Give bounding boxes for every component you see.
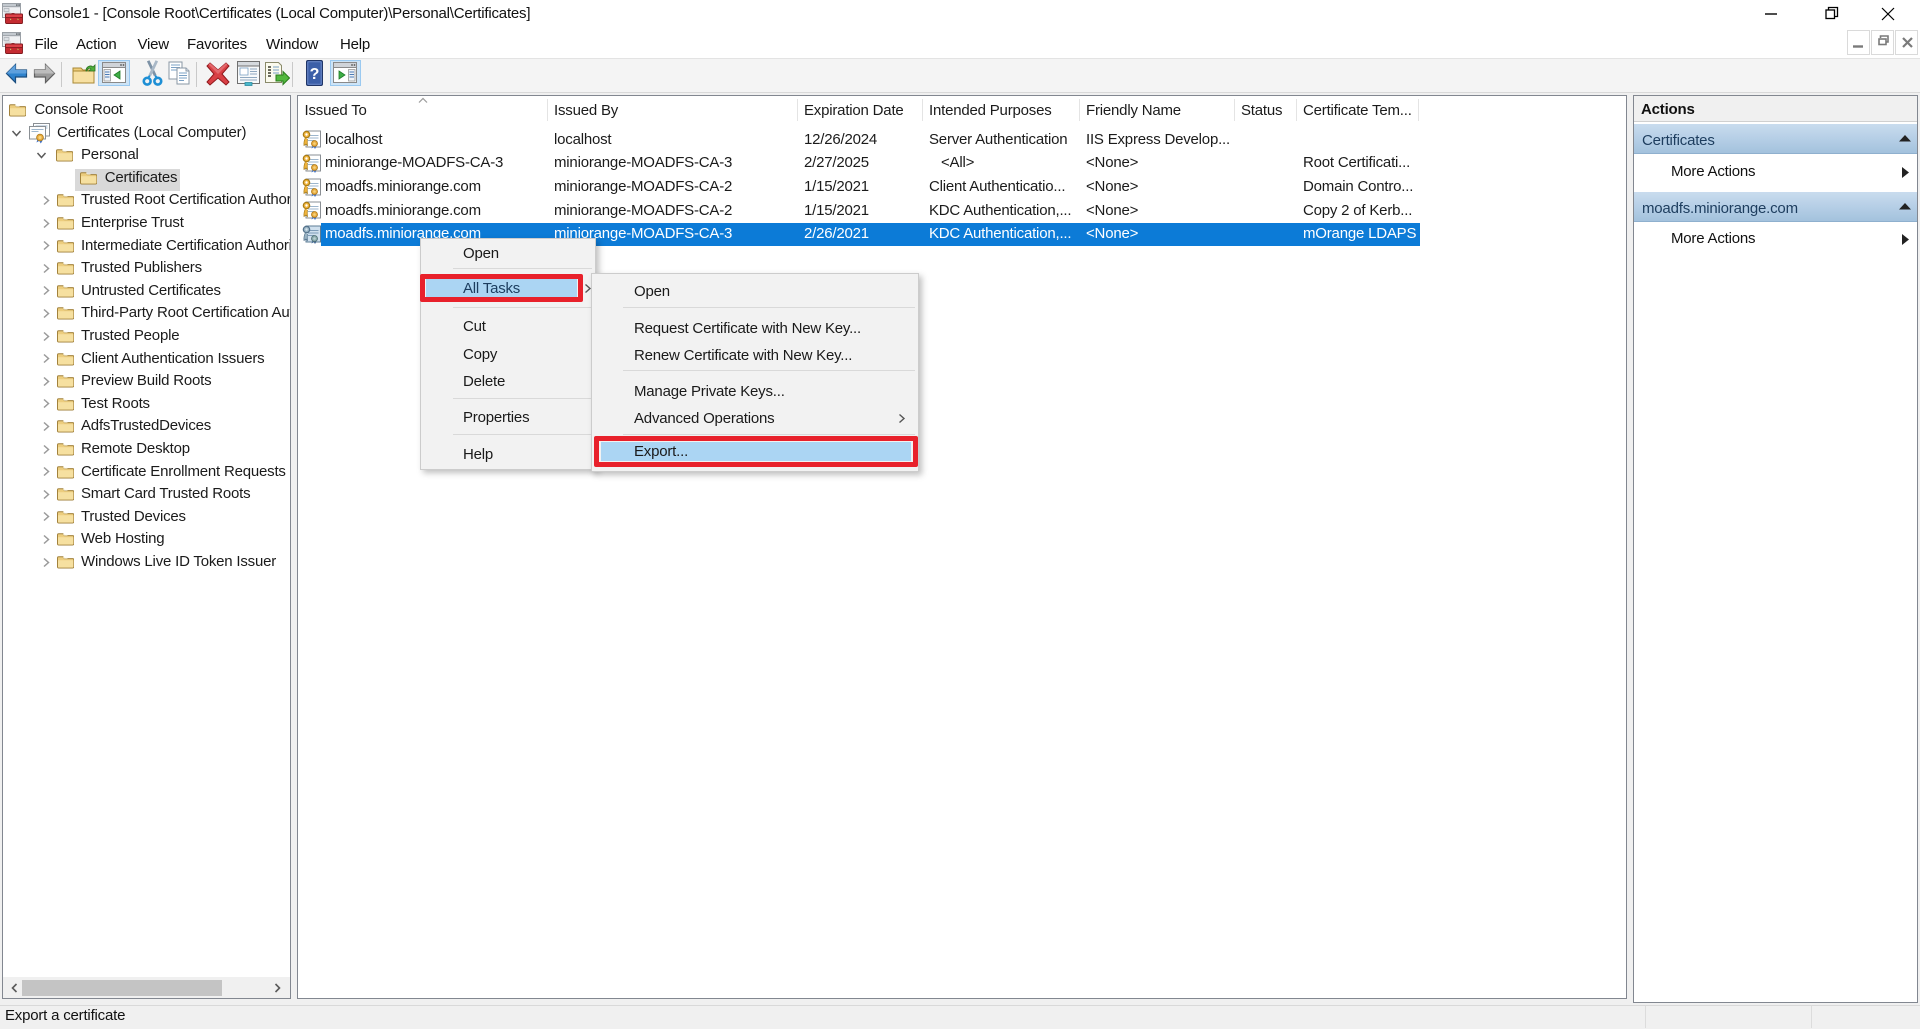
svg-text:?: ? <box>310 66 320 83</box>
